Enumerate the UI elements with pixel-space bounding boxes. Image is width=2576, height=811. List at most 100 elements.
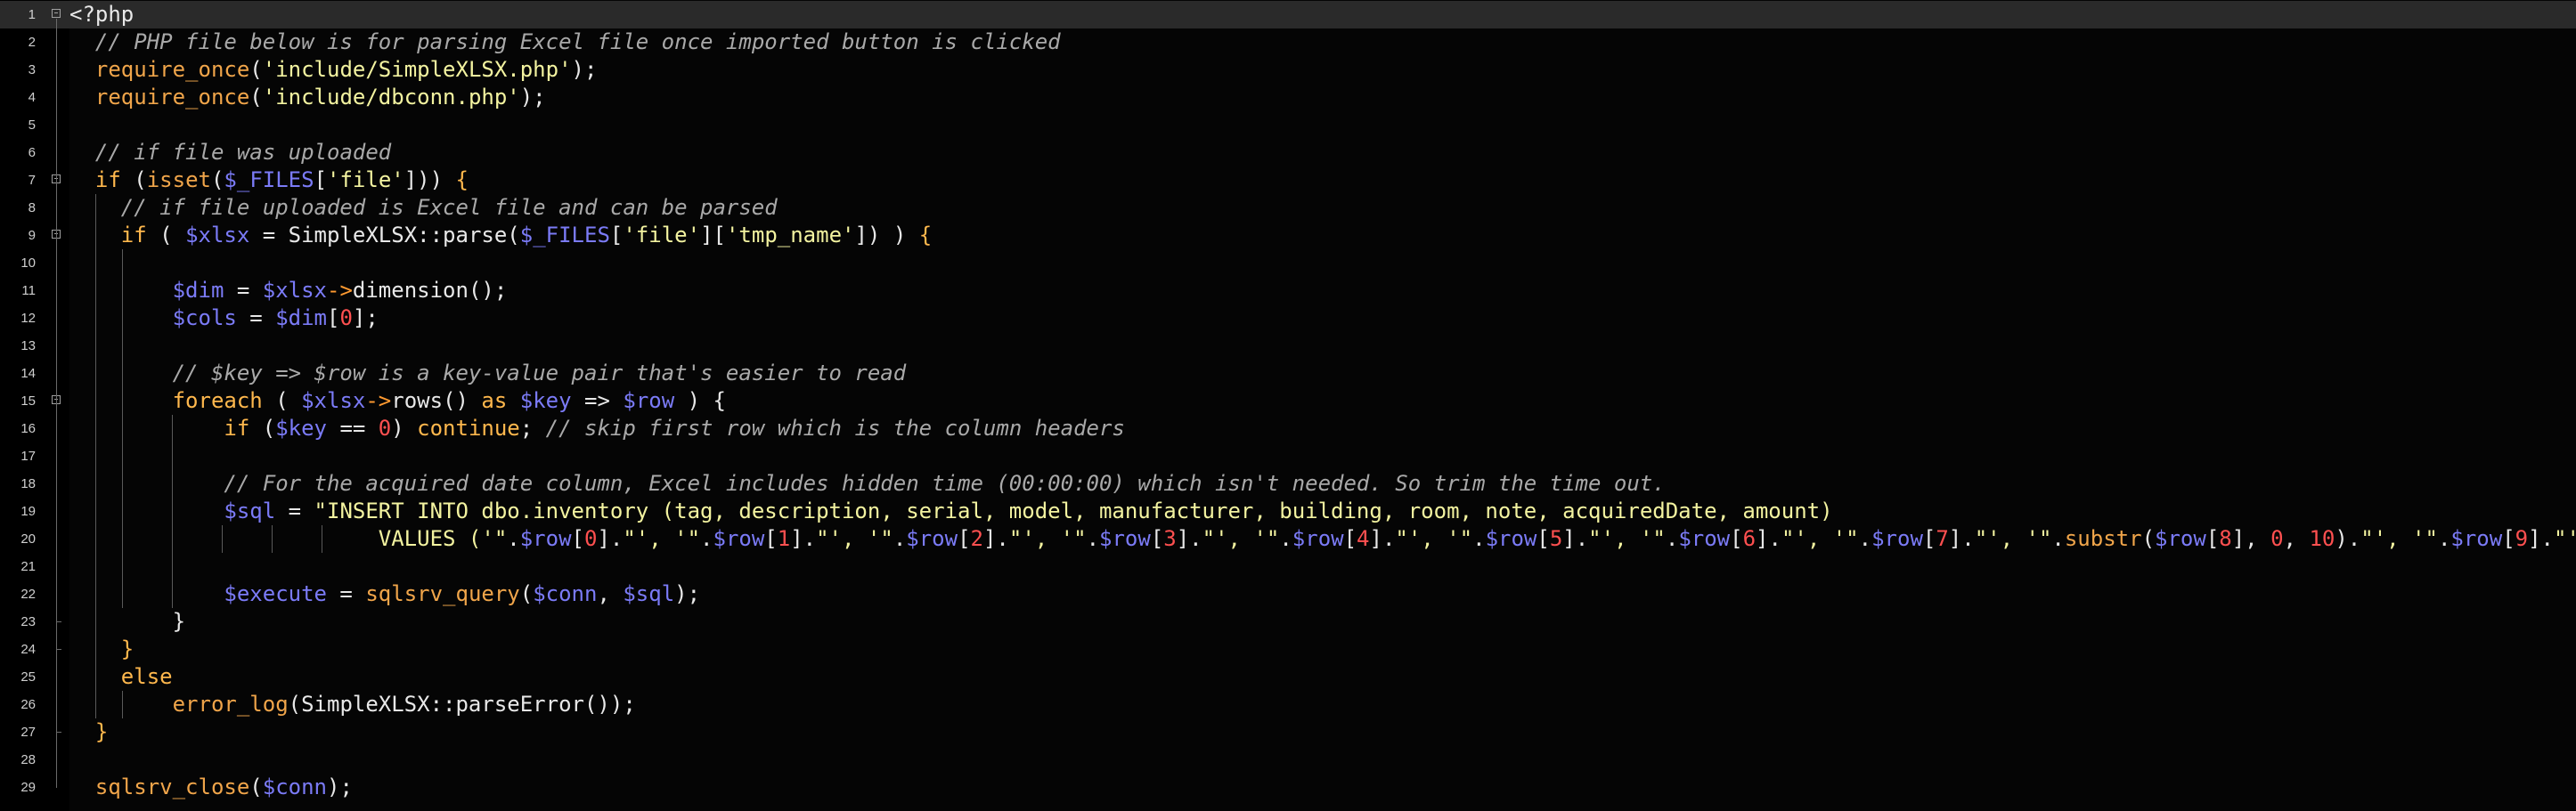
code-line[interactable]: 21 [0, 553, 2576, 580]
code-token-comment: // if file was uploaded [94, 140, 392, 165]
code-line[interactable]: 4 require_once('include/dbconn.php'); [0, 84, 2576, 111]
line-number: 20 [20, 531, 36, 547]
code-token-function: error_log [172, 692, 289, 717]
code-text: // $key => $row is a key-value pair that… [69, 360, 907, 387]
code-token-comment: // For the acquired date column, Excel i… [224, 471, 1666, 496]
code-line[interactable]: 7 if (isset($_FILES['file'])) { [0, 166, 2576, 194]
code-line[interactable]: 3 require_once('include/SimpleXLSX.php')… [0, 56, 2576, 84]
line-number: 7 [28, 173, 36, 188]
line-number: 28 [20, 752, 36, 767]
code-line[interactable]: 5 [0, 111, 2576, 139]
code-token-variable: $row [713, 526, 765, 551]
code-token-variable: $row [1871, 526, 1923, 551]
code-token-comment: // skip first row which is the column he… [545, 416, 1125, 441]
code-token-plain: [ [764, 526, 778, 551]
code-line[interactable]: 20 VALUES ('".$row[0]."', '".$row[1]."',… [0, 525, 2576, 553]
line-number: 9 [28, 228, 36, 243]
code-token-plain: ; [519, 416, 546, 441]
code-line[interactable]: 16 if ($key == 0) continue; // skip firs… [0, 415, 2576, 442]
code-token-keyword: { [918, 223, 933, 247]
code-token-variable: $row [2155, 526, 2206, 551]
code-line[interactable]: 26 error_log(SimpleXLSX::parseError()); [0, 691, 2576, 718]
code-line[interactable]: 13 [0, 332, 2576, 360]
code-token-variable: $row [906, 526, 958, 551]
code-token-plain: [ [609, 223, 624, 247]
code-line[interactable]: 28 [0, 746, 2576, 774]
code-token-plain: ]. [1562, 526, 1589, 551]
code-line[interactable]: 6 // if file was uploaded [0, 139, 2576, 166]
code-token-plain: = SimpleXLSX::parse( [249, 223, 520, 247]
code-token-keyword: { [455, 167, 469, 192]
code-line[interactable]: 22 $execute = sqlsrv_query($conn, $sql); [0, 580, 2576, 608]
code-token-string: 'file' [327, 167, 404, 192]
code-token-plain: . [2051, 526, 2065, 551]
code-text: $dim = $xlsx->dimension(); [69, 277, 508, 304]
fold-range-end [56, 649, 61, 650]
line-number: 22 [20, 587, 36, 602]
code-editor[interactable]: 1 <?php 2 // PHP file below is for parsing… [0, 0, 2576, 811]
code-token-plain: ( [210, 167, 224, 192]
line-number: 16 [20, 421, 36, 436]
code-line[interactable]: 10 [0, 249, 2576, 277]
line-number: 26 [20, 697, 36, 712]
code-line[interactable]: 25 else [0, 663, 2576, 691]
code-token-number: 0 [583, 526, 598, 551]
code-token-plain: ]; [352, 305, 379, 330]
code-token-plain: [ [1150, 526, 1164, 551]
code-token-plain: , [2283, 526, 2310, 551]
line-number: 11 [21, 283, 36, 298]
code-token-variable: $row [1678, 526, 1731, 551]
code-line[interactable]: 27 } [0, 718, 2576, 746]
code-token-plain: ]. [2528, 526, 2555, 551]
code-line[interactable]: 24 } [0, 636, 2576, 663]
line-number: 23 [20, 614, 36, 629]
code-line[interactable]: 18 // For the acquired date column, Exce… [0, 470, 2576, 498]
code-token-string: 'file' [623, 223, 701, 247]
code-line[interactable]: 23 } [0, 608, 2576, 636]
code-line[interactable]: 8 // if file uploaded is Excel file and … [0, 194, 2576, 222]
line-number: 15 [20, 393, 36, 409]
code-token-keyword: } [94, 719, 109, 744]
code-token-plain: ]. [1369, 526, 1396, 551]
code-token-plain: ]. [1948, 526, 1975, 551]
code-text: require_once('include/dbconn.php'); [69, 84, 546, 111]
code-line[interactable]: 12 $cols = $dim[0]; [0, 304, 2576, 332]
code-token-plain: . [1858, 526, 1872, 551]
code-token-plain: [ [1922, 526, 1936, 551]
code-line[interactable]: 9 if ( $xlsx = SimpleXLSX::parse($_FILES… [0, 222, 2576, 249]
code-token-plain: = [275, 499, 314, 523]
code-token-operator: -> [327, 278, 353, 303]
code-token-plain: = [326, 581, 366, 606]
code-token-plain: . [893, 526, 907, 551]
code-token-variable: $row [1485, 526, 1537, 551]
code-text: sqlsrv_close($conn); [69, 774, 353, 801]
code-line[interactable]: 17 [0, 442, 2576, 470]
code-line[interactable]: 19 $sql = "INSERT INTO dbo.inventory (ta… [0, 498, 2576, 525]
code-line[interactable]: 14 // $key => $row is a key-value pair t… [0, 360, 2576, 387]
code-line[interactable]: 15 foreach ( $xlsx->rows() as $key => $r… [0, 387, 2576, 415]
code-line[interactable]: 1 <?php [0, 1, 2576, 28]
code-token-number: 6 [1742, 526, 1757, 551]
code-token-plain: [ [571, 526, 584, 551]
code-token-plain: ]. [982, 526, 1009, 551]
code-token-plain: ); [519, 85, 546, 109]
code-token-plain: } [69, 609, 186, 634]
code-token-plain: ( [519, 581, 534, 606]
code-token-plain: ( [262, 388, 302, 413]
fold-toggle-icon[interactable] [52, 9, 61, 18]
code-token-plain: [ [958, 526, 971, 551]
code-line[interactable]: 11 $dim = $xlsx->dimension(); [0, 277, 2576, 304]
line-number: 19 [20, 504, 36, 519]
line-number: 8 [28, 200, 36, 215]
code-token-number: 1 [777, 526, 791, 551]
code-line[interactable]: 2 // PHP file below is for parsing Excel… [0, 28, 2576, 56]
code-token-variable: $conn [262, 775, 327, 799]
code-token-comment: // if file uploaded is Excel file and ca… [120, 195, 778, 220]
line-number: 17 [20, 449, 36, 464]
code-token-plain: ]. [1756, 526, 1781, 551]
code-line[interactable]: 29 sqlsrv_close($conn); [0, 774, 2576, 801]
